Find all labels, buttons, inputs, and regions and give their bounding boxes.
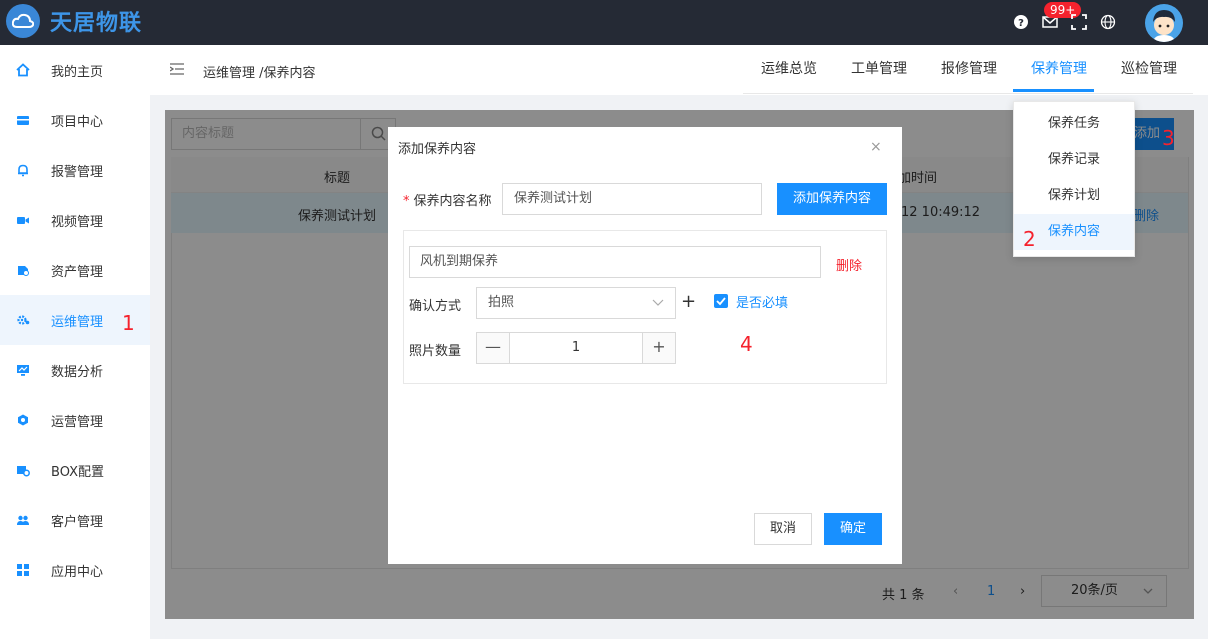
sidebar-item-home[interactable]: 我的主页 [0, 45, 150, 95]
add-method-button[interactable]: + [681, 291, 696, 312]
avatar[interactable] [1145, 4, 1183, 42]
sidebar-item-label: 我的主页 [51, 64, 104, 80]
confirm-button[interactable]: 确定 [824, 513, 882, 545]
tab-divider [743, 93, 1193, 94]
project-icon [17, 116, 29, 125]
annotation-number: 1 [122, 311, 135, 335]
cloud-logo-icon [6, 4, 40, 38]
annotation-number: 2 [1023, 227, 1036, 251]
annotation-number: 4 [740, 332, 753, 356]
photo-count-value[interactable]: 1 [510, 333, 642, 363]
photo-count-stepper: — 1 + [476, 332, 676, 364]
sidebar-item-video[interactable]: 视频管理 [0, 195, 150, 245]
chevron-down-icon [652, 299, 664, 306]
confirm-method-select[interactable]: 拍照 [476, 287, 676, 319]
sidebar-item-box-config[interactable]: BOX配置 [0, 445, 150, 495]
globe-icon[interactable] [1100, 14, 1116, 30]
required-checkbox[interactable] [714, 294, 728, 308]
item-name-input[interactable]: 风机到期保养 [409, 246, 821, 278]
sidebar-item-label: 运营管理 [51, 414, 104, 430]
sidebar-item-label: 资产管理 [51, 264, 104, 280]
asset-icon [18, 266, 29, 276]
svg-text:?: ? [1018, 18, 1024, 29]
sidebar-item-apps[interactable]: 应用中心 [0, 545, 150, 595]
gear-icon [17, 315, 30, 325]
tab-overview[interactable]: 运维总览 [761, 58, 817, 78]
help-icon[interactable]: ? [1013, 14, 1029, 30]
decrement-button[interactable]: — [477, 333, 510, 363]
sidebar-item-operation-mgmt[interactable]: 运营管理 [0, 395, 150, 445]
apps-icon [17, 564, 29, 576]
sidebar-item-label: 报警管理 [51, 164, 104, 180]
menu-item-maintenance-plan[interactable]: 保养计划 [1014, 178, 1134, 214]
monitor-icon [17, 365, 29, 376]
fullscreen-icon[interactable] [1071, 14, 1087, 30]
add-content-button[interactable]: 添加保养内容 [777, 183, 887, 215]
confirm-method-value: 拍照 [488, 295, 515, 310]
name-label: * 保养内容名称 [403, 194, 492, 209]
tab-maintenance[interactable]: 保养管理 [1031, 58, 1087, 78]
sidebar: 我的主页 项目中心 报警管理 视频管理 资产管理 运维管理 数据分析 运营管理 … [0, 45, 150, 639]
sidebar-item-label: 客户管理 [51, 514, 104, 530]
cancel-button[interactable]: 取消 [754, 513, 812, 545]
sidebar-item-customers[interactable]: 客户管理 [0, 495, 150, 545]
tab-inspection[interactable]: 巡检管理 [1121, 58, 1177, 78]
confirm-method-label: 确认方式 [409, 299, 462, 314]
logo-text: 天居物联 [50, 11, 143, 36]
increment-button[interactable]: + [642, 333, 675, 363]
sidebar-item-label: 项目中心 [51, 114, 104, 130]
content-name-input[interactable]: 保养测试计划 [502, 183, 762, 215]
sidebar-item-label: BOX配置 [51, 464, 104, 480]
page-header: 运维管理 /保养内容 运维总览 工单管理 报修管理 保养管理 巡检管理 [150, 45, 1208, 95]
breadcrumb: 运维管理 /保养内容 [203, 66, 316, 81]
annotation-number: 3 [1162, 126, 1175, 150]
top-bar: 天居物联 ? 99+ [0, 0, 1208, 45]
home-icon [16, 63, 30, 77]
menu-fold-icon[interactable] [170, 63, 184, 75]
modal-title: 添加保养内容 [398, 142, 477, 157]
menu-item-maintenance-record[interactable]: 保养记录 [1014, 142, 1134, 178]
users-icon [17, 515, 29, 525]
photo-count-label: 照片数量 [409, 344, 462, 359]
tab-work-orders[interactable]: 工单管理 [851, 58, 907, 78]
video-icon [17, 217, 29, 224]
active-tab-indicator [1013, 89, 1094, 92]
close-icon[interactable]: × [870, 139, 882, 155]
sidebar-item-label: 视频管理 [51, 214, 104, 230]
logo: 天居物联 [6, 4, 142, 38]
sidebar-item-asset[interactable]: 资产管理 [0, 245, 150, 295]
sidebar-item-label: 应用中心 [51, 564, 104, 580]
sidebar-item-label: 数据分析 [51, 364, 104, 380]
bell-icon [18, 164, 28, 177]
sidebar-item-label: 运维管理 [51, 314, 104, 330]
sidebar-item-data-analysis[interactable]: 数据分析 [0, 345, 150, 395]
menu-item-maintenance-task[interactable]: 保养任务 [1014, 106, 1134, 142]
sidebar-item-alarm[interactable]: 报警管理 [0, 145, 150, 195]
sidebar-item-project[interactable]: 项目中心 [0, 95, 150, 145]
required-label[interactable]: 是否必填 [736, 292, 788, 311]
operation-icon [18, 414, 28, 426]
check-icon [716, 297, 726, 306]
add-content-modal: 添加保养内容 × * 保养内容名称 保养测试计划 添加保养内容 风机到期保养 删除… [388, 127, 902, 564]
box-icon [17, 466, 30, 477]
delete-item-link[interactable]: 删除 [836, 255, 862, 274]
tab-repairs[interactable]: 报修管理 [941, 58, 997, 78]
